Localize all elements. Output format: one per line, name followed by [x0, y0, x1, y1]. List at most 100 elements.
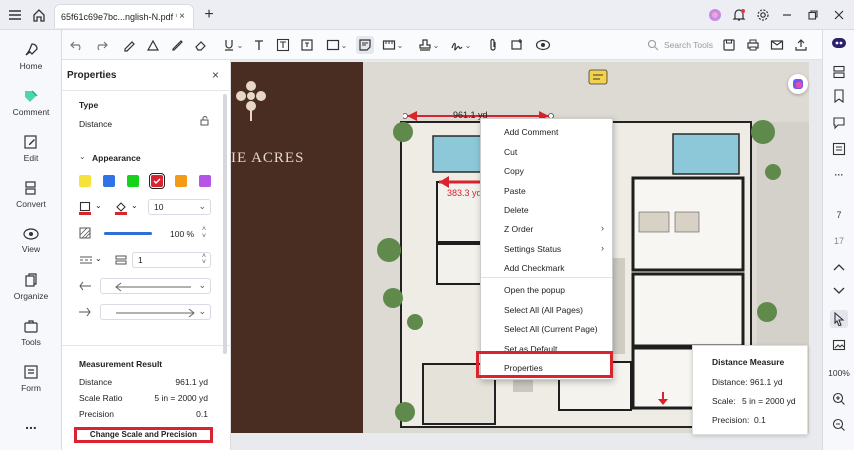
undo-icon[interactable]: [68, 36, 86, 54]
thumbnails-icon[interactable]: [830, 63, 848, 81]
zoom-in-icon[interactable]: [830, 390, 848, 408]
callout-icon[interactable]: [298, 36, 316, 54]
context-menu-item[interactable]: Select All (All Pages): [481, 301, 612, 319]
context-menu-item[interactable]: Delete: [481, 201, 612, 219]
chevron-down-icon[interactable]: ⌄: [464, 36, 472, 54]
chevron-down-icon[interactable]: ⌄: [95, 201, 102, 210]
highlight-pen-icon[interactable]: [120, 36, 138, 54]
sticky-note-icon[interactable]: [356, 36, 374, 54]
ai-assistant-button[interactable]: [788, 74, 808, 94]
context-menu-item-label: Select All (All Pages): [504, 305, 583, 315]
home-icon[interactable]: [30, 6, 48, 24]
color-swatch[interactable]: [127, 175, 139, 187]
pencil-icon[interactable]: [168, 36, 186, 54]
nav-form[interactable]: Form: [0, 356, 62, 400]
add-comment-icon[interactable]: [508, 36, 526, 54]
share-upload-icon[interactable]: [792, 36, 810, 54]
chevron-down-icon[interactable]: ⌄: [396, 36, 404, 54]
chevron-down-icon[interactable]: ⌄: [95, 254, 102, 263]
panel-scrollbar[interactable]: [223, 94, 227, 354]
show-hide-comments-icon[interactable]: [534, 36, 552, 54]
zoom-level[interactable]: 100%: [823, 368, 854, 378]
minimize-window-icon[interactable]: [778, 6, 796, 24]
restore-window-icon[interactable]: [804, 6, 822, 24]
redo-icon[interactable]: [92, 36, 110, 54]
nav-edit[interactable]: Edit: [0, 126, 62, 170]
opacity-slider-track[interactable]: [104, 232, 152, 235]
change-scale-button[interactable]: Change Scale and Precision: [74, 427, 213, 443]
arrow-end-select[interactable]: ⌄: [100, 304, 211, 320]
context-menu-item[interactable]: Add Checkmark: [481, 259, 612, 277]
email-icon[interactable]: [768, 36, 786, 54]
zoom-out-icon[interactable]: [830, 416, 848, 434]
lock-icon[interactable]: [200, 116, 210, 126]
context-menu-item[interactable]: Z Order ›: [481, 220, 612, 238]
color-swatch[interactable]: [79, 175, 91, 187]
context-menu-item-label: Cut: [504, 147, 518, 157]
color-swatch[interactable]: [199, 175, 211, 187]
properties-panel-icon[interactable]: [830, 140, 848, 158]
line-width-value: 10: [154, 202, 164, 212]
print-icon[interactable]: [744, 36, 762, 54]
close-window-icon[interactable]: [830, 6, 848, 24]
arrow-start-select[interactable]: ⌄: [100, 278, 211, 294]
settings-gear-icon[interactable]: [754, 6, 772, 24]
opacity-icon: [79, 227, 91, 239]
text-box-icon[interactable]: [274, 36, 292, 54]
context-menu-item[interactable]: Open the popup: [481, 281, 612, 299]
line-style-icon[interactable]: [79, 255, 93, 265]
line-count-input[interactable]: 1 ˄ ˅: [132, 252, 211, 268]
attachment-icon[interactable]: [484, 36, 502, 54]
nav-label-organize: Organize: [13, 290, 49, 301]
hamburger-menu-icon[interactable]: [6, 6, 24, 24]
nav-label-form: Form: [21, 382, 41, 393]
context-menu-item[interactable]: Copy: [481, 162, 612, 180]
nav-tools[interactable]: Tools: [0, 310, 62, 354]
ai-bot-icon[interactable]: [830, 34, 848, 52]
notification-bell-icon[interactable]: [730, 6, 748, 24]
comments-panel-icon[interactable]: [830, 114, 848, 132]
previous-page-icon[interactable]: [830, 258, 848, 276]
more-icon[interactable]: ···: [830, 166, 848, 184]
area-highlight-icon[interactable]: [144, 36, 162, 54]
chevron-down-icon[interactable]: ⌄: [340, 36, 348, 54]
opacity-stepper[interactable]: ˄ ˅: [202, 226, 206, 240]
nav-comment[interactable]: Comment: [0, 80, 62, 124]
document-tab[interactable]: 65f61c69e7bc...nglish-N.pdf * ×: [54, 4, 194, 28]
next-page-icon[interactable]: [830, 282, 848, 300]
collapse-chevron-icon[interactable]: ⌄: [79, 152, 86, 161]
select-cursor-icon[interactable]: [830, 310, 848, 328]
user-avatar[interactable]: [706, 6, 724, 24]
context-menu-item[interactable]: Settings Status ›: [481, 240, 612, 258]
text-tool-icon[interactable]: [250, 36, 268, 54]
bookmark-icon[interactable]: [830, 87, 848, 105]
context-menu-item-label: Z Order: [504, 224, 534, 234]
save-icon[interactable]: [720, 36, 738, 54]
eraser-icon[interactable]: [192, 36, 210, 54]
tab-close-button[interactable]: ×: [177, 11, 187, 22]
stroke-color-icon[interactable]: [79, 201, 91, 215]
nav-convert[interactable]: Convert: [0, 172, 62, 216]
context-menu-item[interactable]: Paste: [481, 182, 612, 200]
chevron-down-icon[interactable]: ⌄: [131, 201, 138, 210]
chevron-down-icon[interactable]: ⌄: [432, 36, 440, 54]
new-tab-button[interactable]: +: [200, 6, 218, 24]
context-menu-item[interactable]: Add Comment: [481, 123, 612, 141]
context-menu-item[interactable]: Cut: [481, 143, 612, 161]
more-options-button[interactable]: ...: [0, 416, 62, 432]
chevron-down-icon[interactable]: ⌄: [236, 36, 244, 54]
nav-home[interactable]: Home: [0, 34, 62, 78]
nav-label-view: View: [21, 243, 41, 254]
nav-view[interactable]: View: [0, 218, 62, 262]
nav-organize[interactable]: Organize: [0, 264, 62, 308]
color-swatch[interactable]: [149, 173, 165, 189]
fill-color-icon[interactable]: [115, 201, 127, 215]
page-number[interactable]: 7: [830, 206, 848, 224]
context-menu-item[interactable]: Select All (Current Page): [481, 320, 612, 338]
color-swatch[interactable]: [175, 175, 187, 187]
line-width-select[interactable]: 10 ⌄: [148, 199, 211, 215]
snapshot-icon[interactable]: [830, 336, 848, 354]
color-swatch[interactable]: [103, 175, 115, 187]
panel-close-button[interactable]: ×: [212, 68, 219, 82]
search-tools[interactable]: Search Tools: [647, 37, 727, 53]
